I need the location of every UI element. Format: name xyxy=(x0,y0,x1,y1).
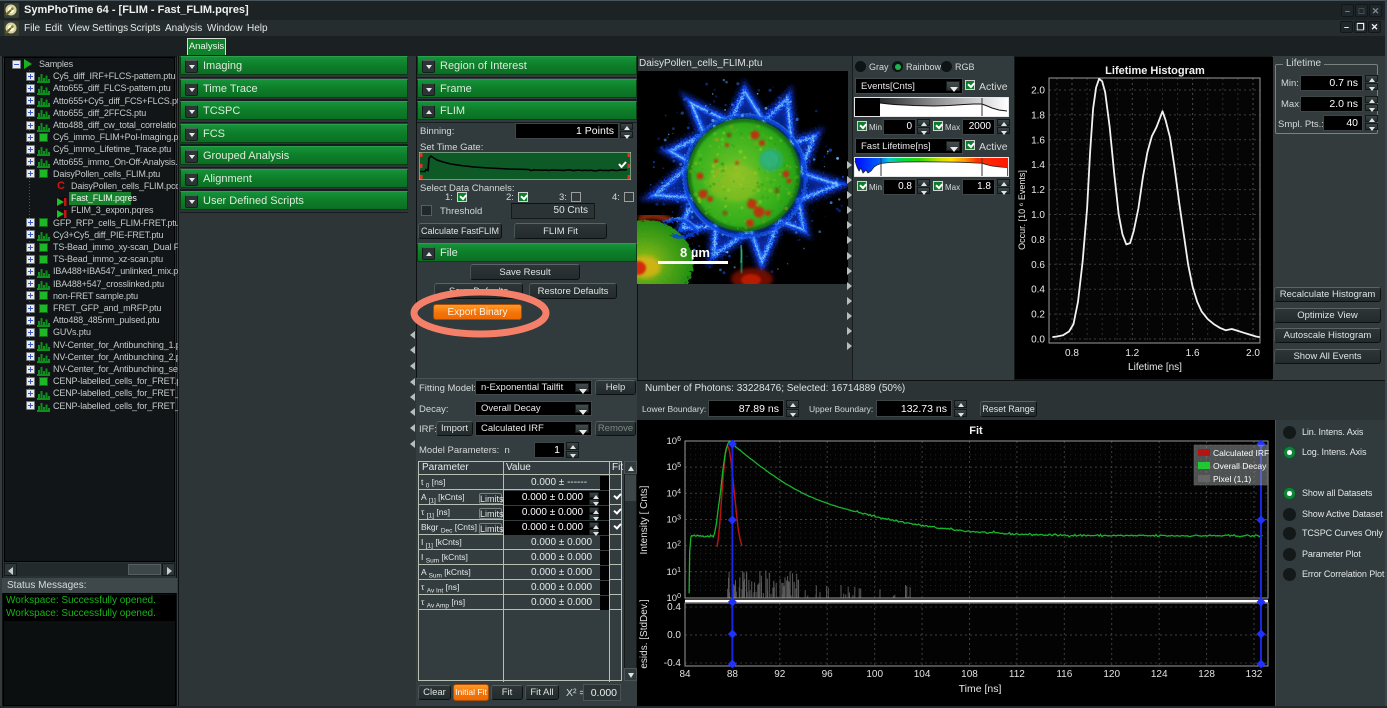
svg-text:Calculated IRF: Calculated IRF xyxy=(1213,448,1269,458)
svg-text:1.8: 1.8 xyxy=(1031,110,1045,121)
svg-text:1.6: 1.6 xyxy=(1031,135,1045,146)
svg-text:0.6: 0.6 xyxy=(1031,260,1045,271)
svg-text:Occur. [10 ⁶ Events]: Occur. [10 ⁶ Events] xyxy=(1017,170,1027,250)
svg-text:112: 112 xyxy=(1009,669,1025,680)
svg-text:96: 96 xyxy=(822,669,834,680)
svg-text:88: 88 xyxy=(727,669,739,680)
svg-text:Time [ns]: Time [ns] xyxy=(959,683,1002,695)
svg-text:0.8: 0.8 xyxy=(1031,235,1045,246)
svg-text:2.0: 2.0 xyxy=(1246,348,1260,359)
svg-text:1.2: 1.2 xyxy=(1031,185,1045,196)
svg-text:116: 116 xyxy=(1056,669,1072,680)
svg-text:1.4: 1.4 xyxy=(1031,160,1045,171)
svg-text:132: 132 xyxy=(1246,669,1263,680)
svg-text:0.0: 0.0 xyxy=(1031,335,1045,346)
svg-text:2.0: 2.0 xyxy=(1031,86,1045,97)
svg-text:8 µm: 8 µm xyxy=(680,245,710,260)
svg-text:Pixel (1,1): Pixel (1,1) xyxy=(1213,474,1251,484)
svg-text:128: 128 xyxy=(1198,669,1215,680)
svg-text:120: 120 xyxy=(1103,669,1120,680)
svg-text:Lifetime [ns]: Lifetime [ns] xyxy=(1128,362,1182,373)
svg-text:Lifetime Histogram: Lifetime Histogram xyxy=(1105,65,1205,77)
svg-text:100: 100 xyxy=(866,669,883,680)
svg-text:124: 124 xyxy=(1151,669,1168,680)
svg-text:0.0: 0.0 xyxy=(667,630,681,641)
svg-text:1.0: 1.0 xyxy=(1031,210,1045,221)
svg-text:92: 92 xyxy=(774,669,786,680)
svg-text:108: 108 xyxy=(961,669,978,680)
svg-text:Fit: Fit xyxy=(969,425,983,437)
svg-text:84: 84 xyxy=(679,669,691,680)
svg-text:1.6: 1.6 xyxy=(1186,348,1200,359)
svg-text:1.2: 1.2 xyxy=(1125,348,1139,359)
svg-text:Intensity [ Cnts]: Intensity [ Cnts] xyxy=(639,485,650,554)
svg-text:0.8: 0.8 xyxy=(1065,348,1079,359)
svg-text:0.4: 0.4 xyxy=(1031,285,1045,296)
svg-text:0.2: 0.2 xyxy=(1031,310,1045,321)
svg-text:0.4: 0.4 xyxy=(667,602,681,613)
svg-text:esids. [StdDev.]: esids. [StdDev.] xyxy=(639,599,650,669)
svg-text:Overall Decay: Overall Decay xyxy=(1213,461,1267,471)
svg-text:104: 104 xyxy=(914,669,931,680)
svg-text:-0.4: -0.4 xyxy=(664,658,682,669)
